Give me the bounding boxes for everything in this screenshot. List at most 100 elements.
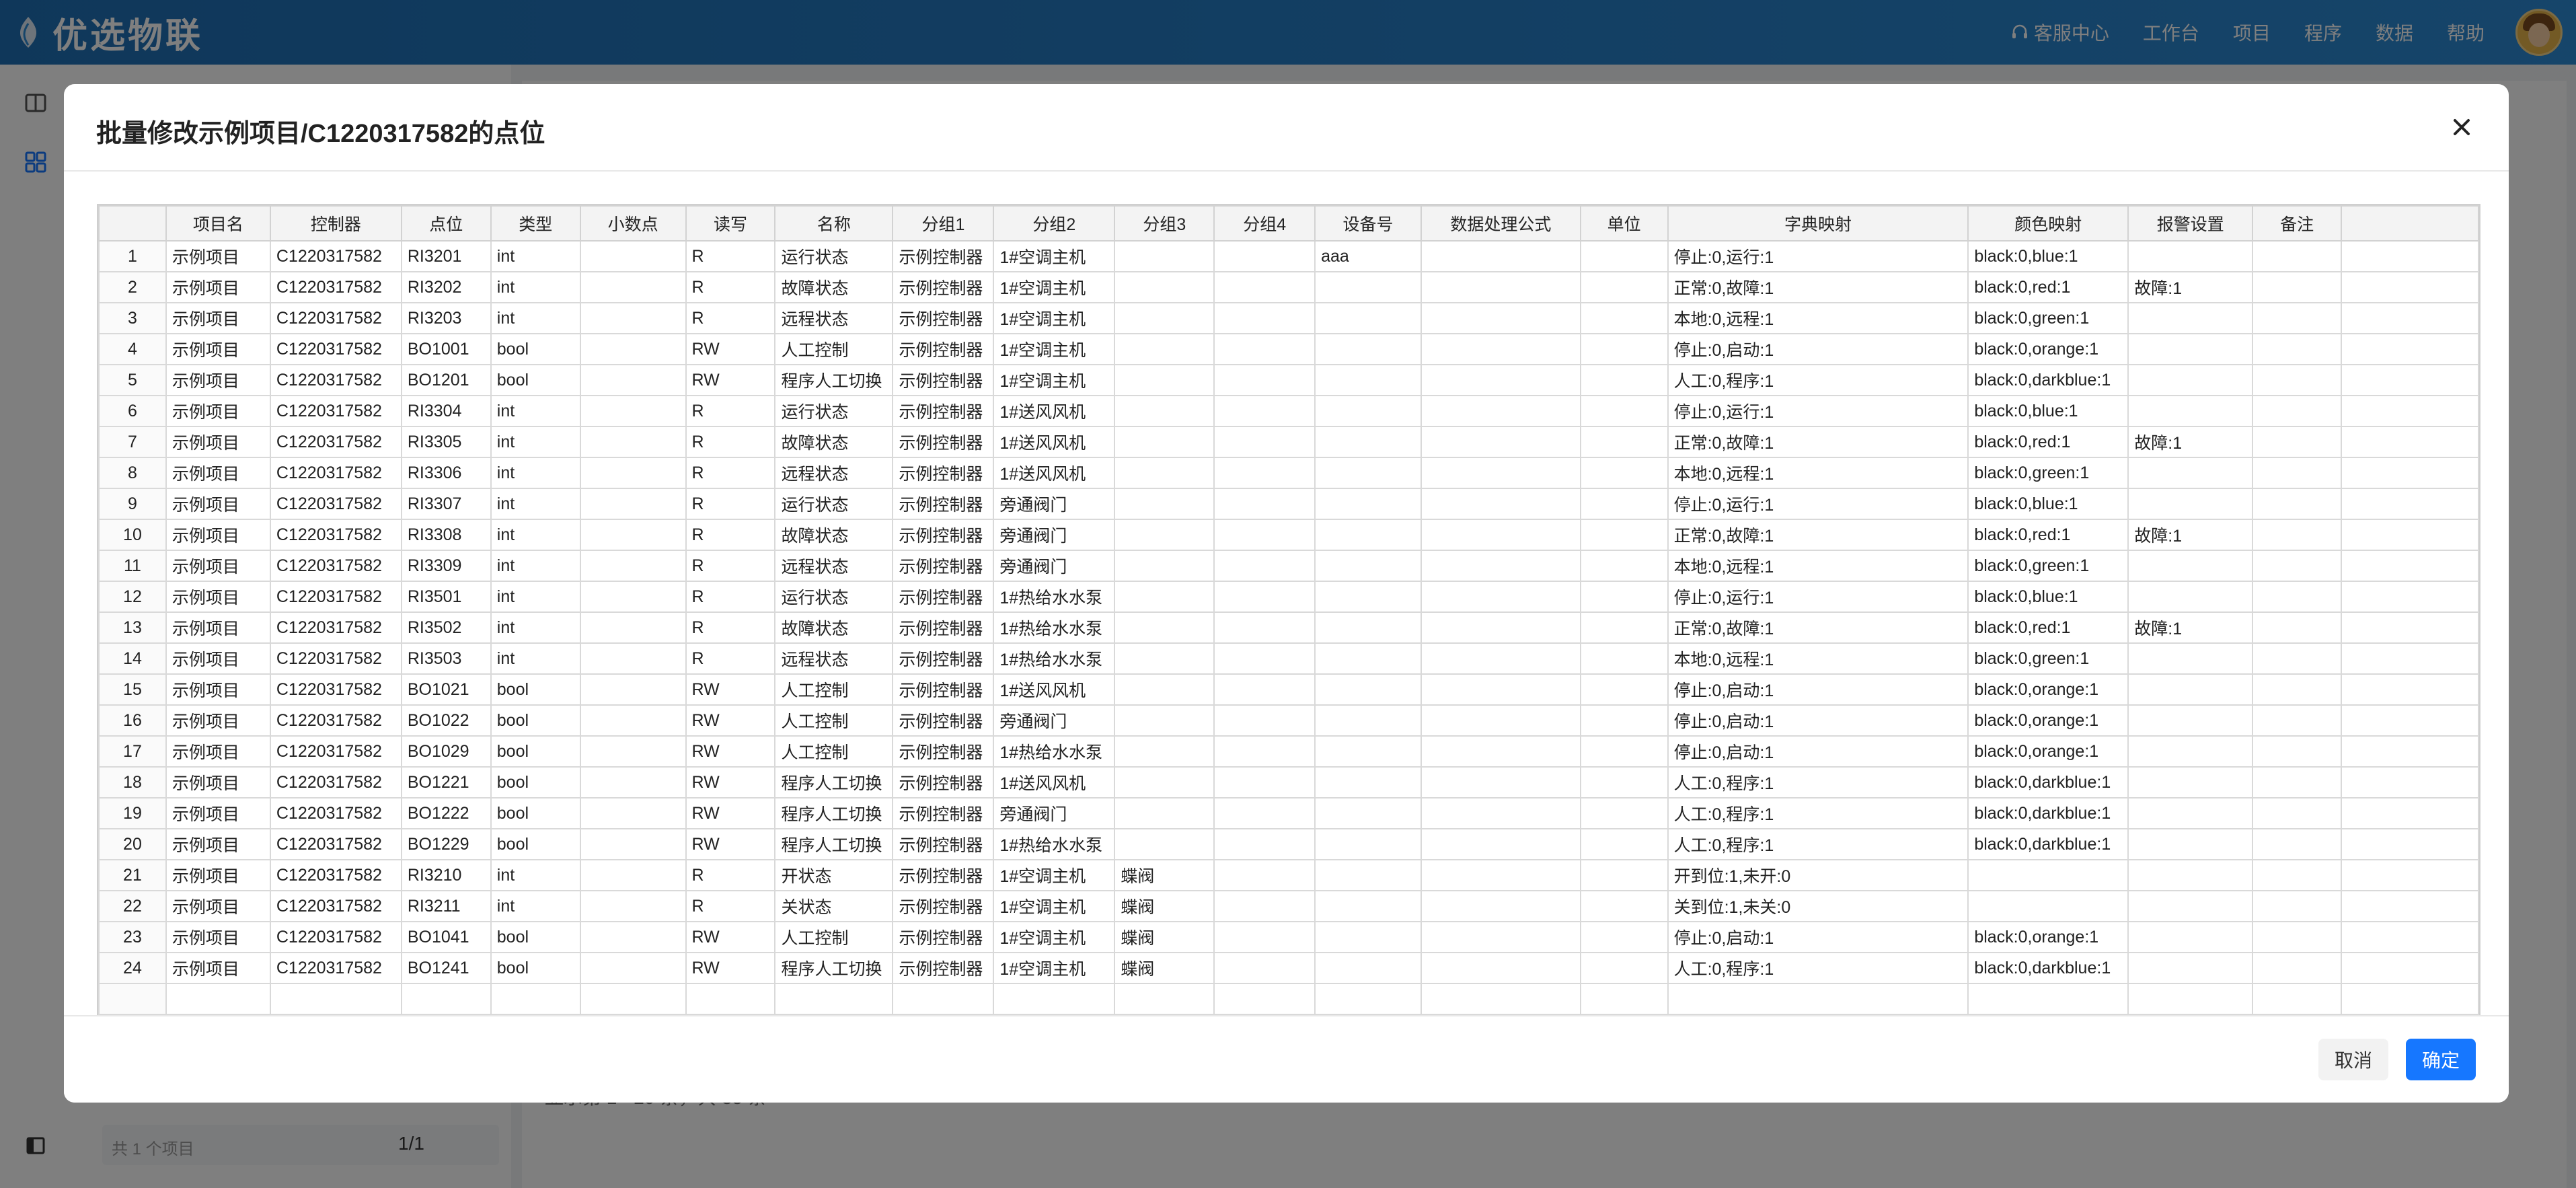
table-cell[interactable]: int — [490, 457, 581, 489]
table-cell[interactable]: 示例控制器 — [892, 704, 995, 737]
table-cell[interactable] — [1579, 611, 1669, 644]
table-cell[interactable]: C1220317582 — [269, 333, 402, 365]
table-cell[interactable]: int — [490, 642, 581, 675]
table-cell[interactable] — [1967, 983, 2129, 1015]
table-cell[interactable] — [1579, 457, 1669, 489]
table-cell[interactable] — [2127, 333, 2254, 365]
table-cell[interactable] — [2252, 271, 2343, 303]
table-cell[interactable] — [2252, 457, 2343, 489]
table-cell[interactable] — [1314, 333, 1422, 365]
table-cell[interactable] — [1213, 673, 1316, 706]
table-cell[interactable]: 程序人工切换 — [774, 828, 894, 860]
table-cell[interactable]: 人工:0,程序:1 — [1667, 828, 1969, 860]
table-cell[interactable]: 1#空调主机 — [993, 302, 1116, 334]
table-cell[interactable]: BO1229 — [400, 828, 492, 860]
table-cell[interactable] — [1579, 642, 1669, 675]
table-cell[interactable]: 故障状态 — [774, 426, 894, 458]
table-cell[interactable] — [2252, 921, 2343, 953]
table-cell[interactable]: C1220317582 — [269, 859, 402, 891]
table-cell[interactable] — [1114, 704, 1215, 737]
table-cell[interactable]: 人工控制 — [774, 735, 894, 768]
table-cell[interactable] — [2341, 550, 2479, 582]
table-cell[interactable] — [2341, 859, 2479, 891]
table-cell[interactable]: 人工控制 — [774, 333, 894, 365]
table-cell[interactable]: RW — [685, 766, 776, 799]
column-header[interactable]: 控制器 — [269, 205, 402, 242]
table-cell[interactable] — [1420, 642, 1581, 675]
table-cell[interactable]: int — [490, 519, 581, 551]
table-cell[interactable]: 程序人工切换 — [774, 364, 894, 396]
table-cell[interactable] — [1314, 611, 1422, 644]
table-cell[interactable]: 远程状态 — [774, 642, 894, 675]
table-cell[interactable] — [579, 921, 687, 953]
table-cell[interactable]: R — [685, 395, 776, 427]
table-cell[interactable] — [1114, 488, 1215, 520]
column-header[interactable]: 分组3 — [1114, 205, 1215, 242]
column-header[interactable]: 点位 — [400, 205, 492, 242]
table-cell[interactable] — [1114, 828, 1215, 860]
table-cell[interactable]: 示例控制器 — [892, 890, 995, 922]
table-cell[interactable] — [1213, 395, 1316, 427]
table-cell[interactable] — [2127, 581, 2254, 613]
table-cell[interactable]: black:0,red:1 — [1967, 611, 2129, 644]
table-cell[interactable] — [2127, 550, 2254, 582]
table-cell[interactable]: 故障状态 — [774, 519, 894, 551]
table-cell[interactable]: bool — [490, 921, 581, 953]
table-cell[interactable]: RI3502 — [400, 611, 492, 644]
table-cell[interactable]: 示例项目 — [165, 457, 271, 489]
table-cell[interactable] — [1420, 488, 1581, 520]
table-cell[interactable]: black:0,blue:1 — [1967, 240, 2129, 272]
table-cell[interactable]: R — [685, 426, 776, 458]
table-cell[interactable] — [579, 735, 687, 768]
table-cell[interactable] — [1213, 581, 1316, 613]
table-cell[interactable]: RW — [685, 364, 776, 396]
table-cell[interactable]: 示例项目 — [165, 828, 271, 860]
column-header[interactable]: 分组1 — [892, 205, 995, 242]
table-cell[interactable] — [2127, 457, 2254, 489]
table-cell[interactable]: RW — [685, 735, 776, 768]
table-cell[interactable] — [579, 983, 687, 1015]
table-cell[interactable]: 示例控制器 — [892, 642, 995, 675]
table-cell[interactable] — [2127, 766, 2254, 799]
table-cell[interactable] — [2252, 859, 2343, 891]
table-cell[interactable] — [1314, 457, 1422, 489]
table-cell[interactable] — [2252, 519, 2343, 551]
table-cell[interactable] — [2252, 488, 2343, 520]
table-cell[interactable]: RI3501 — [400, 581, 492, 613]
table-cell[interactable]: 程序人工切换 — [774, 797, 894, 829]
table-cell[interactable] — [579, 673, 687, 706]
table-cell[interactable]: black:0,green:1 — [1967, 457, 2129, 489]
table-cell[interactable]: R — [685, 457, 776, 489]
table-cell[interactable] — [774, 983, 894, 1015]
table-cell[interactable]: 示例项目 — [165, 673, 271, 706]
table-cell[interactable]: bool — [490, 704, 581, 737]
table-cell[interactable]: 示例控制器 — [892, 797, 995, 829]
table-cell[interactable]: 示例控制器 — [892, 302, 995, 334]
table-cell[interactable]: 人工控制 — [774, 673, 894, 706]
table-cell[interactable]: 人工控制 — [774, 921, 894, 953]
table-cell[interactable] — [1314, 395, 1422, 427]
table-cell[interactable]: 程序人工切换 — [774, 952, 894, 984]
column-header[interactable]: 分组4 — [1213, 205, 1316, 242]
table-cell[interactable]: C1220317582 — [269, 581, 402, 613]
table-cell[interactable] — [2341, 333, 2479, 365]
table-cell[interactable] — [579, 952, 687, 984]
table-cell[interactable] — [1114, 333, 1215, 365]
table-cell[interactable]: 示例项目 — [165, 611, 271, 644]
table-cell[interactable]: 1#空调主机 — [993, 333, 1116, 365]
table-cell[interactable] — [1213, 364, 1316, 396]
table-cell[interactable] — [2252, 581, 2343, 613]
table-cell[interactable]: 示例项目 — [165, 364, 271, 396]
table-cell[interactable]: black:0,orange:1 — [1967, 921, 2129, 953]
table-cell[interactable] — [2127, 673, 2254, 706]
table-cell[interactable] — [1314, 828, 1422, 860]
table-cell[interactable]: C1220317582 — [269, 550, 402, 582]
table-cell[interactable]: 1#送风风机 — [993, 457, 1116, 489]
table-cell[interactable]: black:0,green:1 — [1967, 302, 2129, 334]
table-cell[interactable] — [2341, 673, 2479, 706]
table-cell[interactable]: 正常:0,故障:1 — [1667, 611, 1969, 644]
table-cell[interactable] — [1420, 766, 1581, 799]
table-cell[interactable]: 旁通阀门 — [993, 519, 1116, 551]
table-cell[interactable] — [1114, 642, 1215, 675]
table-cell[interactable]: 蝶阀 — [1114, 890, 1215, 922]
